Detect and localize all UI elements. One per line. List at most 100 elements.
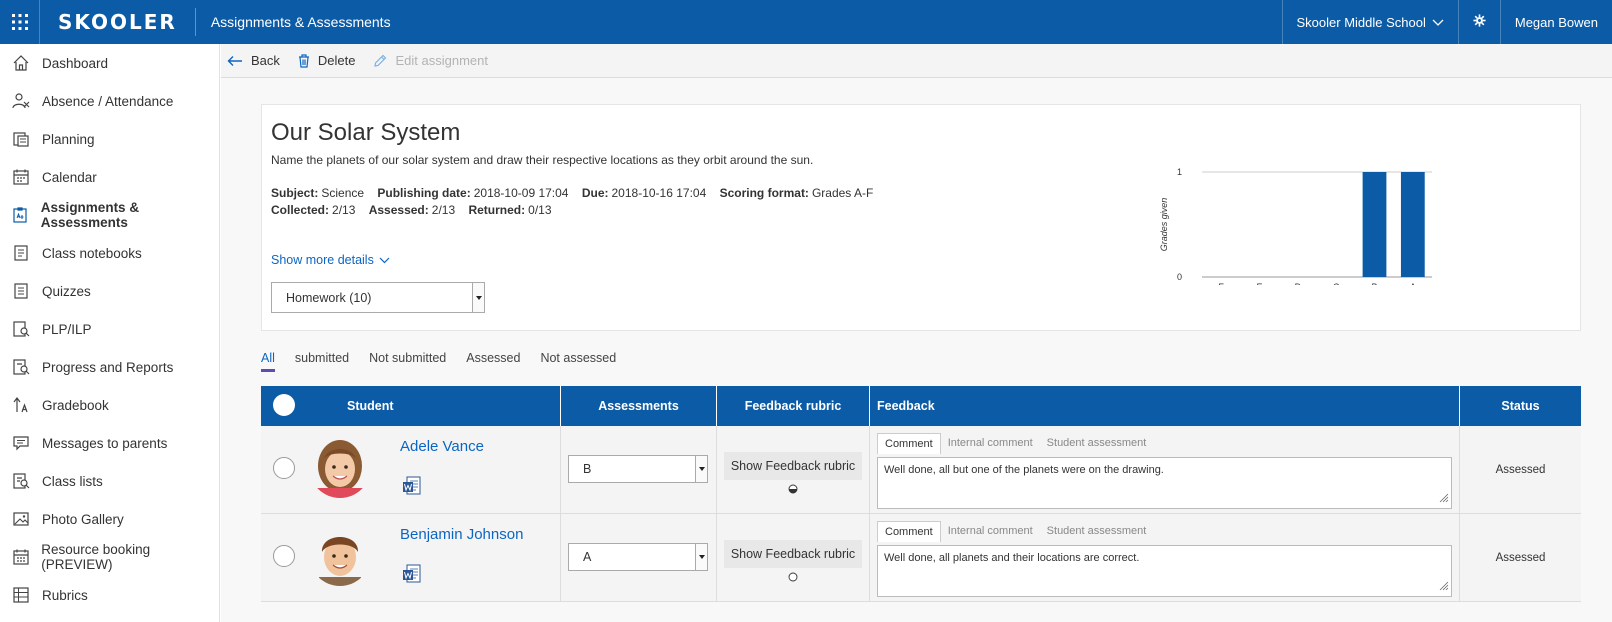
sidebar-item-gradebook[interactable]: Gradebook xyxy=(0,386,219,424)
sidebar-item-planning[interactable]: Planning xyxy=(0,120,219,158)
subject-value: Science xyxy=(321,186,365,200)
booking-icon xyxy=(10,546,31,568)
status-cell: Assessed xyxy=(1460,514,1581,602)
sidebar-item-label: Calendar xyxy=(42,169,97,185)
tab-student-assessment[interactable]: Student assessment xyxy=(1040,433,1154,454)
gradebook-icon xyxy=(10,394,32,416)
sidebar-item-class-notebooks[interactable]: Class notebooks xyxy=(0,234,219,272)
due-value: 2018-10-16 17:04 xyxy=(611,186,707,200)
publishing-value: 2018-10-09 17:04 xyxy=(473,186,569,200)
settings-button[interactable] xyxy=(1457,0,1500,44)
edit-assignment-label: Edit assignment xyxy=(395,53,488,68)
student-name-link[interactable]: Benjamin Johnson xyxy=(400,526,523,543)
resize-grip-icon[interactable] xyxy=(1439,581,1449,594)
home-icon xyxy=(10,52,32,74)
attendance-icon xyxy=(10,90,32,112)
sidebar-item-label: Absence / Attendance xyxy=(42,93,174,109)
delete-button[interactable]: Delete xyxy=(298,53,356,68)
sidebar-item-dashboard[interactable]: Dashboard xyxy=(0,44,219,82)
chevron-down-icon xyxy=(374,253,390,267)
row-select-radio[interactable] xyxy=(273,545,295,567)
header-feedback: Feedback xyxy=(870,386,1460,426)
tab-internal-comment[interactable]: Internal comment xyxy=(941,433,1040,454)
student-name-link[interactable]: Adele Vance xyxy=(400,438,484,455)
edit-assignment-button[interactable]: Edit assignment xyxy=(373,53,488,68)
sidebar-item-quizzes[interactable]: Quizzes xyxy=(0,272,219,310)
sidebar-item-assignments[interactable]: Assignments & Assessments xyxy=(0,196,219,234)
photo-icon xyxy=(10,508,32,530)
quiz-icon xyxy=(10,280,32,302)
command-bar: Back Delete Edit assignment xyxy=(221,44,1612,78)
comment-textarea[interactable]: Well done, all planets and their locatio… xyxy=(877,545,1452,597)
show-more-details-link[interactable]: Show more details xyxy=(271,253,390,267)
subject-label: Subject: xyxy=(271,186,319,200)
brand-logo[interactable]: SKOOLER xyxy=(40,8,196,36)
app-launcher-icon[interactable] xyxy=(0,0,40,44)
top-bar: SKOOLER Assignments & Assessments Skoole… xyxy=(0,0,1612,44)
back-button[interactable]: Back xyxy=(227,53,280,68)
trash-icon xyxy=(298,53,310,68)
header-assessments: Assessments xyxy=(561,386,717,426)
chevron-down-icon xyxy=(1432,15,1444,30)
rubric-empty-icon xyxy=(788,570,798,585)
show-feedback-rubric-button[interactable]: Show Feedback rubric xyxy=(724,452,862,480)
sidebar-item-resource-booking[interactable]: Resource booking (PREVIEW) xyxy=(0,538,219,576)
app-title: Assignments & Assessments xyxy=(210,14,391,30)
assignment-title: Our Solar System xyxy=(271,119,461,146)
row-select-radio[interactable] xyxy=(273,457,295,479)
chart-bar xyxy=(1400,172,1425,277)
delete-label: Delete xyxy=(317,53,356,68)
resize-grip-icon[interactable] xyxy=(1439,493,1449,506)
grade-value: B xyxy=(583,462,592,476)
word-document-icon[interactable] xyxy=(403,564,421,587)
filter-not-assessed[interactable]: Not assessed xyxy=(540,351,616,372)
pencil-icon xyxy=(373,54,387,68)
word-document-icon[interactable] xyxy=(403,476,421,499)
sidebar-item-progress-reports[interactable]: Progress and Reports xyxy=(0,348,219,386)
sidebar-item-rubrics[interactable]: Rubrics xyxy=(0,576,219,614)
due-label: Due: xyxy=(581,186,609,200)
sidebar-item-class-lists[interactable]: Class lists xyxy=(0,462,219,500)
collected-value: 2/13 xyxy=(332,203,356,217)
filter-assessed[interactable]: Assessed xyxy=(466,351,520,372)
assessment-cell: A xyxy=(561,514,717,602)
sidebar-item-calendar[interactable]: Calendar xyxy=(0,158,219,196)
grade-select[interactable]: B xyxy=(568,455,708,483)
user-name: Megan Bowen xyxy=(1514,14,1598,30)
sidebar-item-messages[interactable]: Messages to parents xyxy=(0,424,219,462)
sidebar-item-label: Messages to parents xyxy=(42,435,168,451)
tab-comment[interactable]: Comment xyxy=(877,521,941,542)
comment-textarea[interactable]: Well done, all but one of the planets we… xyxy=(877,457,1452,509)
show-feedback-rubric-button[interactable]: Show Feedback rubric xyxy=(724,540,862,568)
sidebar-item-plp-ilp[interactable]: PLP/ILP xyxy=(0,310,219,348)
header-feedback-rubric: Feedback rubric xyxy=(717,386,870,426)
planning-icon xyxy=(10,128,32,150)
grade-select[interactable]: A xyxy=(568,543,708,571)
rubrics-icon xyxy=(10,584,32,606)
feedback-cell: Comment Internal comment Student assessm… xyxy=(870,514,1460,602)
sidebar: Dashboard Absence / Attendance Planning … xyxy=(0,44,220,622)
category-select[interactable]: Homework (10) xyxy=(271,282,485,313)
chart-y-tick-label: 0 xyxy=(1177,272,1182,282)
sidebar-item-photo-gallery[interactable]: Photo Gallery xyxy=(0,500,219,538)
comment-text: Well done, all but one of the planets we… xyxy=(884,464,1164,476)
tab-student-assessment[interactable]: Student assessment xyxy=(1040,521,1154,542)
student-cell: Adele Vance xyxy=(261,426,561,514)
chart-x-tick-label: F xyxy=(1218,282,1224,285)
header-student-label: Student xyxy=(347,399,394,413)
tab-internal-comment[interactable]: Internal comment xyxy=(941,521,1040,542)
reports-icon xyxy=(10,356,32,378)
chart-y-tick-label: 1 xyxy=(1177,167,1182,177)
collected-label: Collected: xyxy=(271,203,330,217)
tab-comment[interactable]: Comment xyxy=(877,433,941,454)
filter-submitted[interactable]: submitted xyxy=(295,351,349,372)
user-menu[interactable]: Megan Bowen xyxy=(1499,0,1612,44)
school-selector[interactable]: Skooler Middle School xyxy=(1281,0,1458,44)
sidebar-item-attendance[interactable]: Absence / Attendance xyxy=(0,82,219,120)
select-all-radio[interactable] xyxy=(273,394,295,416)
filter-not-submitted[interactable]: Not submitted xyxy=(369,351,446,372)
filter-all[interactable]: All xyxy=(261,351,275,372)
sidebar-item-label: PLP/ILP xyxy=(42,321,92,337)
avatar xyxy=(309,436,371,498)
feedback-cell: Comment Internal comment Student assessm… xyxy=(870,426,1460,514)
